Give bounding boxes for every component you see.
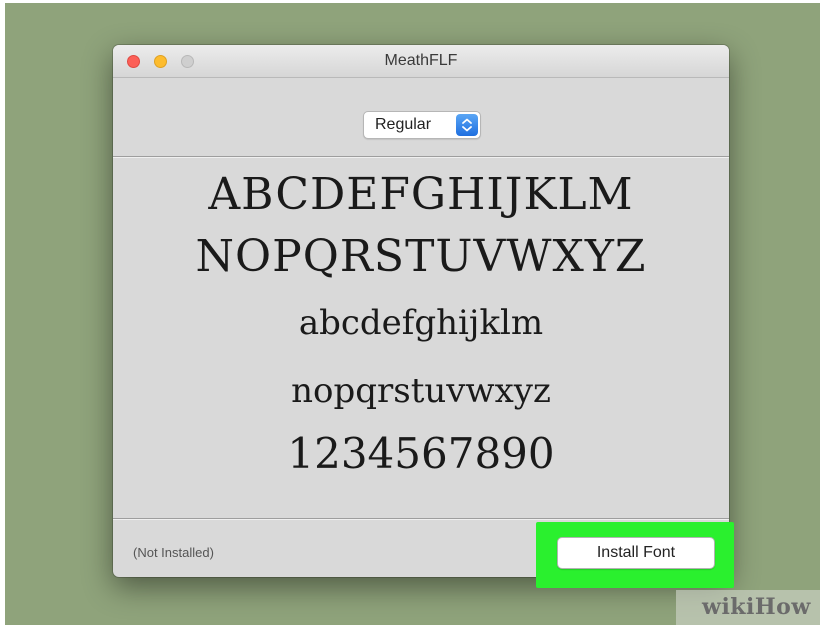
window-title: MeathFLF xyxy=(384,52,458,69)
preview-uppercase-first: ABCDEFGHIJKLM xyxy=(208,169,634,220)
preview-uppercase-second: NOPQRSTUVWXYZ xyxy=(195,231,647,282)
font-style-selected: Regular xyxy=(375,116,432,133)
preview-lowercase-second: nopqrstuvwxyz xyxy=(291,371,551,411)
top-divider xyxy=(113,156,729,158)
install-status-label: (Not Installed) xyxy=(133,545,214,560)
font-style-dropdown[interactable]: Regular xyxy=(363,111,481,139)
wikihow-watermark: wikiHow xyxy=(676,590,820,625)
install-font-button[interactable]: Install Font xyxy=(557,537,715,569)
preview-digits: 1234567890 xyxy=(287,429,555,478)
chevron-up-down-icon xyxy=(456,114,478,136)
font-preview-window: MeathFLF Regular ABCDEFGHIJKLM NOPQRSTUV… xyxy=(113,45,729,577)
title-bar: MeathFLF xyxy=(113,45,729,78)
watermark-text: wikiHow xyxy=(702,594,811,620)
preview-lowercase-first: abcdefghijklm xyxy=(298,303,544,343)
bottom-divider xyxy=(113,518,729,520)
